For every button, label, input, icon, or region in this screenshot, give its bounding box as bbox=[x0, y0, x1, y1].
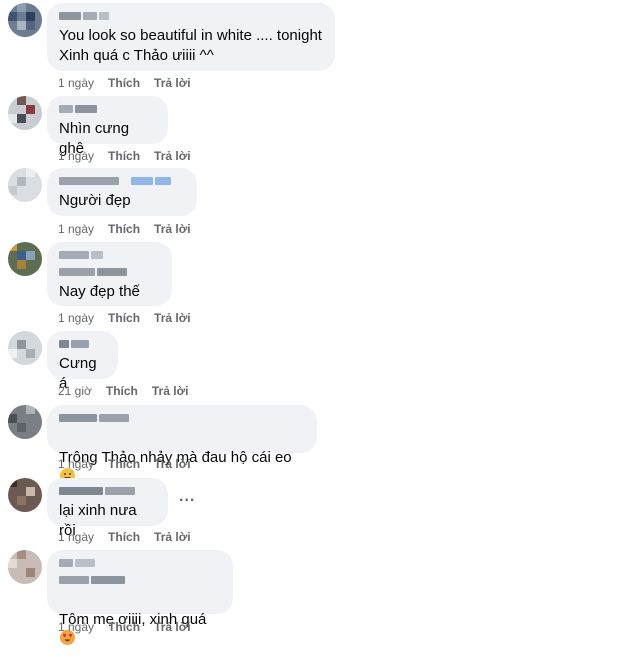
like-button[interactable]: Thích bbox=[108, 457, 140, 471]
comment-time[interactable]: 1 ngày bbox=[58, 76, 94, 90]
comment-actions: 1 ngày Thích Trả lời bbox=[58, 76, 191, 90]
comment-actions: 1 ngày Thích Trả lời bbox=[58, 530, 191, 544]
like-button[interactable]: Thích bbox=[108, 222, 140, 236]
comment-actions: 21 giờ Thích Trả lời bbox=[58, 384, 188, 398]
reply-button[interactable]: Trả lời bbox=[154, 457, 191, 471]
avatar[interactable] bbox=[8, 168, 42, 202]
reply-button[interactable]: Trả lời bbox=[152, 384, 189, 398]
comment-time[interactable]: 1 ngày bbox=[58, 457, 94, 471]
comment-bubble: Trông Thảo nhảy mà đau hộ cái eo bbox=[47, 405, 317, 483]
reply-button[interactable]: Trả lời bbox=[154, 76, 191, 90]
comment-bubble: Cưng á bbox=[47, 331, 118, 392]
like-button[interactable]: Thích bbox=[108, 311, 140, 325]
comment-bubble: Nhìn cưng ghê bbox=[47, 96, 168, 157]
comment-text: Người đẹp bbox=[59, 192, 131, 209]
avatar[interactable] bbox=[8, 96, 42, 130]
reply-button[interactable]: Trả lời bbox=[154, 620, 191, 634]
like-button[interactable]: Thích bbox=[108, 620, 140, 634]
comment-text: Nay đẹp thế bbox=[59, 283, 140, 300]
more-options-icon[interactable]: ... bbox=[179, 488, 195, 506]
comment-bubble: You look so beautiful in white .... toni… bbox=[47, 3, 335, 71]
comment-bubble: Người đẹp bbox=[47, 168, 197, 216]
comment-bubble: Nay đẹp thế bbox=[47, 242, 172, 306]
author-name-blurred[interactable] bbox=[59, 411, 305, 425]
comment-text: You look so beautiful in white .... toni… bbox=[59, 27, 322, 64]
avatar[interactable] bbox=[8, 405, 42, 439]
comment-bubble: lại xinh nưa rồi bbox=[47, 478, 168, 539]
author-name-blurred[interactable] bbox=[59, 248, 160, 262]
author-name-blurred[interactable] bbox=[59, 573, 221, 587]
comment-time[interactable]: 21 giờ bbox=[58, 384, 92, 398]
reply-button[interactable]: Trả lời bbox=[154, 530, 191, 544]
like-button[interactable]: Thích bbox=[108, 149, 140, 163]
comment-actions: 1 ngày Thích Trả lời bbox=[58, 222, 191, 236]
author-name-blurred[interactable] bbox=[59, 102, 156, 116]
comment-actions: 1 ngày Thích Trả lời bbox=[58, 457, 191, 471]
comment-time[interactable]: 1 ngày bbox=[58, 620, 94, 634]
comment-time[interactable]: 1 ngày bbox=[58, 311, 94, 325]
comment-time[interactable]: 1 ngày bbox=[58, 149, 94, 163]
comment-time[interactable]: 1 ngày bbox=[58, 222, 94, 236]
avatar[interactable] bbox=[8, 478, 42, 512]
avatar[interactable] bbox=[8, 331, 42, 365]
author-name-blurred[interactable] bbox=[59, 174, 185, 188]
comment-actions: 1 ngày Thích Trả lời bbox=[58, 311, 191, 325]
reply-button[interactable]: Trả lời bbox=[154, 311, 191, 325]
author-name-blurred[interactable] bbox=[59, 265, 160, 279]
reply-button[interactable]: Trả lời bbox=[154, 149, 191, 163]
comment-actions: 1 ngày Thích Trả lời bbox=[58, 149, 191, 163]
reply-button[interactable]: Trả lời bbox=[154, 222, 191, 236]
author-name-blurred[interactable] bbox=[59, 337, 106, 351]
comment-actions: 1 ngày Thích Trả lời bbox=[58, 620, 191, 634]
author-name-blurred[interactable] bbox=[59, 556, 221, 570]
avatar[interactable] bbox=[8, 242, 42, 276]
like-button[interactable]: Thích bbox=[108, 530, 140, 544]
like-button[interactable]: Thích bbox=[106, 384, 138, 398]
author-name-blurred[interactable] bbox=[59, 9, 323, 23]
comment-bubble: Tôm mẹ ơiiii, xinh quá bbox=[47, 550, 233, 645]
comment-time[interactable]: 1 ngày bbox=[58, 530, 94, 544]
avatar[interactable] bbox=[8, 550, 42, 584]
like-button[interactable]: Thích bbox=[108, 76, 140, 90]
author-name-blurred[interactable] bbox=[59, 484, 156, 498]
avatar[interactable] bbox=[8, 3, 42, 37]
